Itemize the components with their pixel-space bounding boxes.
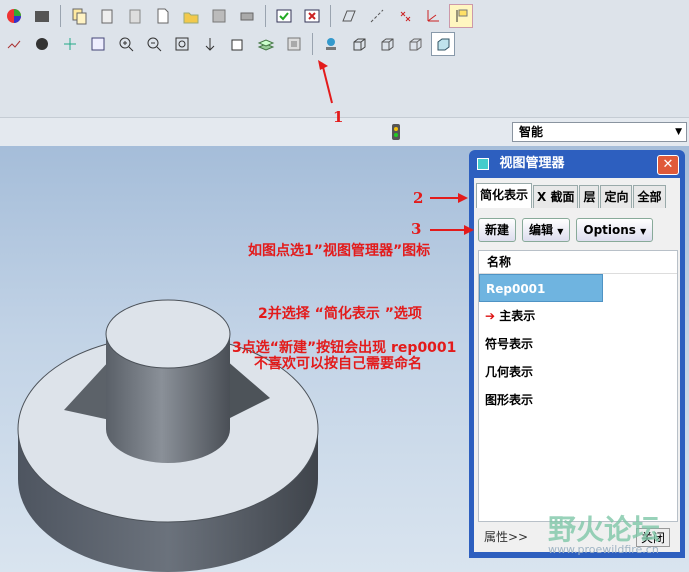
rep-list: 名称 Rep0001 ➔ 主表示 符号表示 几何表示 图形表示 xyxy=(478,250,678,522)
caret-down-icon: ▼ xyxy=(557,227,564,236)
traffic-light-icon[interactable] xyxy=(389,123,403,144)
options-button[interactable]: Options ▼ xyxy=(576,218,654,242)
shading-icon[interactable] xyxy=(431,32,455,56)
separator xyxy=(312,33,313,55)
datum-plane-display-icon[interactable] xyxy=(337,4,361,28)
paste-icon[interactable] xyxy=(95,4,119,28)
callout-number-2: 2 xyxy=(413,189,424,207)
view-manager-dialog: 视图管理器 ✕ 简化表示 X 截面 层 定向 全部 新建 编辑 ▼ Option… xyxy=(469,150,685,558)
wireframe-icon[interactable] xyxy=(347,32,371,56)
spin-center-icon[interactable] xyxy=(30,32,54,56)
separator xyxy=(330,5,331,27)
close-icon[interactable]: ✕ xyxy=(657,155,679,175)
separator xyxy=(60,5,61,27)
datum-point-display-icon[interactable] xyxy=(393,4,417,28)
separator xyxy=(265,5,266,27)
refit-icon[interactable] xyxy=(170,32,194,56)
copy-icon[interactable] xyxy=(67,4,91,28)
redraw-icon[interactable] xyxy=(2,32,26,56)
watermark-logo: 野火论坛 xyxy=(548,513,661,546)
open-folder-icon[interactable] xyxy=(179,4,203,28)
list-item-label: 主表示 xyxy=(499,309,536,323)
save-icon[interactable] xyxy=(207,4,231,28)
tab-x-section[interactable]: X 截面 xyxy=(533,185,579,208)
filter-combo-value: 智能 xyxy=(519,125,544,139)
color-appearance-icon[interactable] xyxy=(2,4,26,28)
dialog-titlebar[interactable]: 视图管理器 xyxy=(469,150,685,178)
active-arrow-icon: ➔ xyxy=(485,309,496,323)
new-file-icon[interactable] xyxy=(151,4,175,28)
instruction-line-2: 2并选择 “简化表示 ”选项 xyxy=(258,306,422,322)
list-item[interactable]: ➔ 主表示 xyxy=(479,302,677,330)
window-close-icon[interactable] xyxy=(300,4,324,28)
tab-strip: 简化表示 X 截面 层 定向 全部 xyxy=(476,183,667,208)
caret-down-icon: ▼ xyxy=(640,227,647,236)
window-icon xyxy=(477,157,489,170)
window-activate-icon[interactable] xyxy=(272,4,296,28)
no-hidden-icon[interactable] xyxy=(403,32,427,56)
edit-button[interactable]: 编辑 ▼ xyxy=(522,218,571,242)
new-button[interactable]: 新建 xyxy=(478,218,517,242)
tab-all[interactable]: 全部 xyxy=(633,185,666,208)
instruction-line-1: 如图点选1”视图管理器”图标 xyxy=(248,243,431,259)
properties-button[interactable]: 属性>> xyxy=(484,528,528,545)
appearance-display-icon[interactable] xyxy=(319,32,343,56)
instruction-line-4: 不喜欢可以按自己需要命名 xyxy=(254,356,422,372)
toolbar-row-1 xyxy=(0,2,475,30)
datum-axis-display-icon[interactable] xyxy=(365,4,389,28)
toolbar-row-2 xyxy=(0,30,457,58)
layers-icon[interactable] xyxy=(254,32,278,56)
list-item[interactable]: 图形表示 xyxy=(479,386,677,414)
chevron-down-icon: ▼ xyxy=(675,127,682,137)
tab-orient[interactable]: 定向 xyxy=(600,185,633,208)
list-item[interactable]: 符号表示 xyxy=(479,330,677,358)
button-row: 新建 编辑 ▼ Options ▼ xyxy=(478,218,654,242)
reorient-icon[interactable] xyxy=(198,32,222,56)
edit-button-label: 编辑 xyxy=(529,223,554,237)
paste-special-icon[interactable] xyxy=(123,4,147,28)
model-display-icon[interactable] xyxy=(30,4,54,28)
filter-combo[interactable]: 智能 ▼ xyxy=(512,122,687,142)
hidden-line-icon[interactable] xyxy=(375,32,399,56)
annotation-display-icon[interactable] xyxy=(449,4,473,28)
saved-views-icon[interactable] xyxy=(226,32,250,56)
tab-simplified-rep[interactable]: 简化表示 xyxy=(476,183,533,208)
coordinate-system-display-icon[interactable] xyxy=(421,4,445,28)
dialog-body: 简化表示 X 截面 层 定向 全部 新建 编辑 ▼ Options ▼ 名称 R… xyxy=(474,178,680,552)
view-zoom-window-icon[interactable] xyxy=(86,32,110,56)
print-icon[interactable] xyxy=(235,4,259,28)
main-toolbar: 智能 ▼ xyxy=(0,0,689,146)
view-manager-icon[interactable] xyxy=(282,32,306,56)
zoom-out-icon[interactable] xyxy=(142,32,166,56)
list-item[interactable]: Rep0001 xyxy=(479,274,603,302)
callout-number-1: 1 xyxy=(333,108,344,126)
orient-mode-icon[interactable] xyxy=(58,32,82,56)
tab-layers[interactable]: 层 xyxy=(579,185,600,208)
list-header: 名称 xyxy=(479,251,677,274)
dialog-title: 视图管理器 xyxy=(499,156,565,171)
options-button-label: Options xyxy=(583,223,636,237)
list-item[interactable]: 几何表示 xyxy=(479,358,677,386)
zoom-in-icon[interactable] xyxy=(114,32,138,56)
watermark-url: www.proewildfire.cn xyxy=(548,543,659,556)
callout-number-3: 3 xyxy=(411,220,422,238)
